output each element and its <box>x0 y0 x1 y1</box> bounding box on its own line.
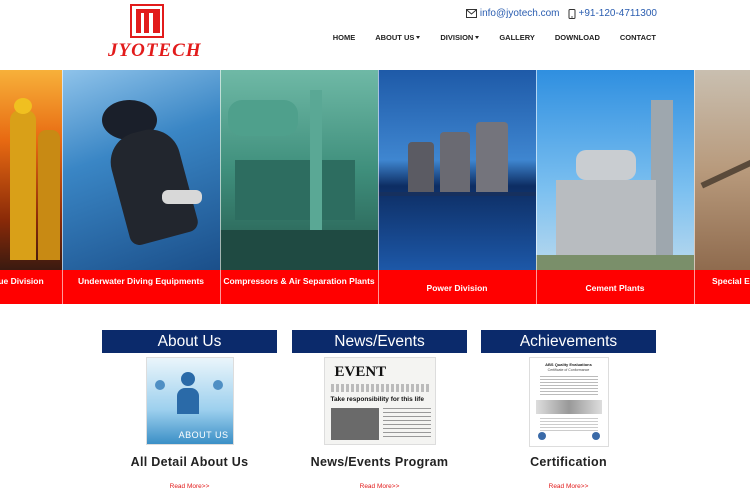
logo-mark-icon <box>130 4 164 38</box>
slide-special[interactable]: Special E <box>694 70 750 304</box>
cooling-towers-image <box>378 70 536 270</box>
nav-division[interactable]: DIVISION <box>430 33 489 42</box>
cement-plant-image <box>536 70 694 270</box>
section-about-us: About Us ABOUT US All Detail About Us Re… <box>102 330 277 490</box>
thumb-caption: EVENT <box>334 364 387 380</box>
slide-underwater-diving[interactable]: Underwater Diving Equipments <box>62 70 220 304</box>
thumb-subcaption: Take responsibility for this life <box>330 396 424 403</box>
slide-caption: Underwater Diving Equipments <box>77 276 205 286</box>
nav-home-label: HOME <box>332 33 356 42</box>
section-news-events: News/Events EVENT Take responsibility fo… <box>292 330 467 490</box>
seal-icon <box>537 432 546 440</box>
desert-plant-image <box>694 70 750 270</box>
read-more-link[interactable]: Read More>> <box>102 483 277 490</box>
slide-caption: Power Division <box>426 283 488 293</box>
site-header: JYOTECH info@jyotech.com +91-120-4711300… <box>0 0 750 70</box>
nav-about-label: ABOUT US <box>375 33 415 42</box>
thumb-subcaption: Certificate of Conformance <box>547 368 590 372</box>
section-title: All Detail About Us <box>130 455 249 469</box>
phone-link[interactable]: +91-120-4711300 <box>568 8 658 19</box>
slide-cement-plants[interactable]: Cement Plants <box>536 70 694 304</box>
slide-compressors[interactable]: Compressors & Air Separation Plants <box>220 70 378 304</box>
nav-gallery-label: GALLERY <box>499 33 535 42</box>
seal-icon <box>591 432 600 440</box>
contact-bar: info@jyotech.com +91-120-4711300 <box>465 8 658 19</box>
certificate-thumbnail[interactable]: ABS Quality Evaluations Certificate of C… <box>528 357 609 447</box>
about-us-thumbnail[interactable]: ABOUT US <box>145 357 234 445</box>
nav-division-label: DIVISION <box>440 33 474 42</box>
nav-home[interactable]: HOME <box>323 33 366 42</box>
section-heading: About Us <box>102 330 277 353</box>
slide-caption: Special E <box>712 276 750 286</box>
section-heading: Achievements <box>481 330 656 353</box>
nav-gallery[interactable]: GALLERY <box>489 33 545 42</box>
nav-download-label: DOWNLOAD <box>554 33 600 42</box>
news-events-thumbnail[interactable]: EVENT Take responsibility for this life <box>323 357 436 445</box>
section-heading: News/Events <box>292 330 467 353</box>
compressor-plant-image <box>220 70 378 270</box>
main-nav: HOME ABOUT US DIVISION GALLERY DOWNLOAD … <box>323 33 656 42</box>
slide-rescue-division[interactable]: ue Division <box>0 70 62 304</box>
slide-caption: Cement Plants <box>585 283 645 293</box>
thumb-caption: ABS Quality Evaluations <box>545 362 592 367</box>
site-logo[interactable]: JYOTECH <box>108 4 201 62</box>
read-more-link[interactable]: Read More>> <box>292 483 467 490</box>
firefighters-image <box>0 70 62 270</box>
slide-caption: Compressors & Air Separation Plants <box>223 276 375 286</box>
nav-contact-label: CONTACT <box>619 33 656 42</box>
section-title: News/Events Program <box>310 455 449 469</box>
logo-text: JYOTECH <box>108 40 202 61</box>
phone-text: +91-120-4711300 <box>578 8 658 19</box>
slide-caption: ue Division <box>0 276 44 286</box>
caret-down-icon <box>416 36 421 39</box>
nav-about-us[interactable]: ABOUT US <box>365 33 430 42</box>
section-achievements: Achievements ABS Quality Evaluations Cer… <box>481 330 656 490</box>
nav-download[interactable]: DOWNLOAD <box>545 33 610 42</box>
read-more-link[interactable]: Read More>> <box>481 483 656 490</box>
email-text: info@jyotech.com <box>479 8 560 19</box>
caret-down-icon <box>475 36 480 39</box>
diver-image <box>62 70 220 270</box>
envelope-icon <box>465 9 477 18</box>
phone-icon <box>568 8 575 19</box>
slide-power-division[interactable]: Power Division <box>378 70 536 304</box>
division-slider: ue Division Underwater Diving Equipments… <box>0 70 750 304</box>
section-title: Certification <box>530 455 607 469</box>
email-link[interactable]: info@jyotech.com <box>465 8 560 19</box>
thumb-caption: ABOUT US <box>178 430 229 440</box>
nav-contact[interactable]: CONTACT <box>610 33 656 42</box>
